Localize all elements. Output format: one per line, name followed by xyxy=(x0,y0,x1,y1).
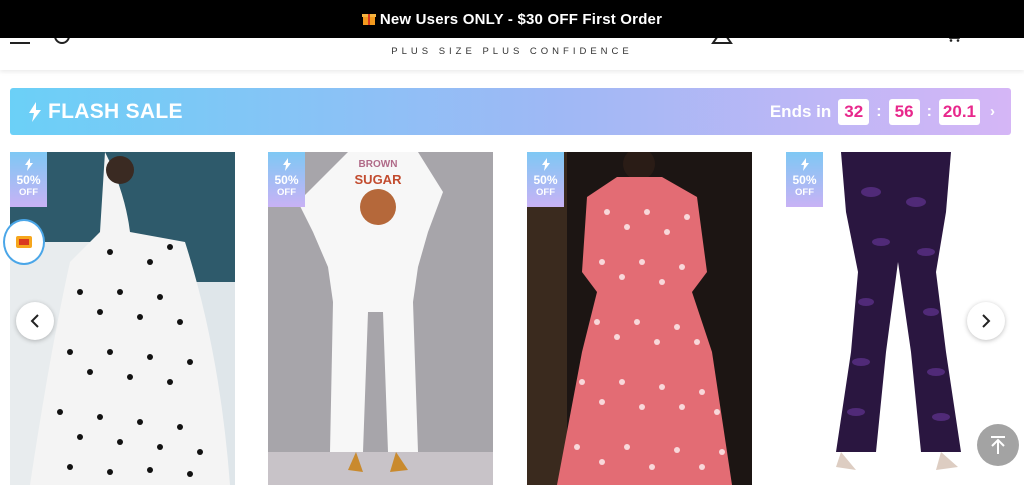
chevron-right-icon xyxy=(982,314,991,328)
search-icon[interactable] xyxy=(54,38,70,44)
discount-percent: 50% xyxy=(792,173,817,187)
countdown-seconds: 20.1 xyxy=(938,98,980,125)
chevron-right-icon[interactable]: › xyxy=(990,103,995,120)
product-card[interactable]: BROWN SUGAR 50% OFF xyxy=(268,152,493,485)
lightning-icon xyxy=(541,158,550,171)
promo-banner[interactable]: New Users ONLY - $30 OFF First Order xyxy=(0,0,1024,38)
promo-text: New Users ONLY - $30 OFF First Order xyxy=(379,10,663,28)
countdown-label: Ends in xyxy=(769,101,832,121)
flash-sale-bar[interactable]: FLASH SALE Ends in 32 : 56 : 20.1 › xyxy=(10,88,1011,135)
flash-sale-title: FLASH SALE xyxy=(48,99,183,123)
brand-tagline: PLUS SIZE PLUS CONFIDENCE xyxy=(391,46,633,57)
lightning-icon xyxy=(800,158,809,171)
discount-percent: 50% xyxy=(533,173,558,187)
back-to-top-button[interactable] xyxy=(977,424,1019,466)
countdown: Ends in 32 : 56 : 20.1 › xyxy=(770,88,995,135)
carousel-next-button[interactable] xyxy=(967,302,1005,340)
coupon-float-button[interactable] xyxy=(3,219,45,265)
product-card[interactable]: 50% OFF xyxy=(527,152,752,485)
menu-icon[interactable] xyxy=(10,38,30,44)
discount-off-label: OFF xyxy=(19,187,38,198)
site-header: PLUS SIZE PLUS CONFIDENCE xyxy=(0,38,1024,70)
lightning-icon xyxy=(29,101,41,122)
coupon-icon xyxy=(16,236,32,248)
discount-percent: 50% xyxy=(274,173,299,187)
lightning-icon xyxy=(24,158,33,171)
discount-badge: 50% OFF xyxy=(10,152,47,207)
discount-percent: 50% xyxy=(16,173,41,187)
countdown-hours: 32 xyxy=(838,98,870,125)
discount-off-label: OFF xyxy=(795,187,814,198)
svg-text:SUGAR: SUGAR xyxy=(355,172,403,187)
countdown-minutes: 56 xyxy=(888,98,920,125)
discount-off-label: OFF xyxy=(277,187,296,198)
lightning-icon xyxy=(282,158,291,171)
discount-badge: 50% OFF xyxy=(527,152,564,207)
arrow-up-icon xyxy=(991,436,1005,454)
carousel-prev-button[interactable] xyxy=(16,302,54,340)
chevron-left-icon xyxy=(30,314,39,328)
gift-icon xyxy=(361,11,376,28)
user-icon[interactable] xyxy=(711,38,733,44)
svg-text:BROWN: BROWN xyxy=(359,159,398,170)
cart-icon[interactable] xyxy=(946,38,964,42)
discount-badge: 50% OFF xyxy=(268,152,305,207)
discount-badge: 50% OFF xyxy=(786,152,823,207)
discount-off-label: OFF xyxy=(536,187,555,198)
